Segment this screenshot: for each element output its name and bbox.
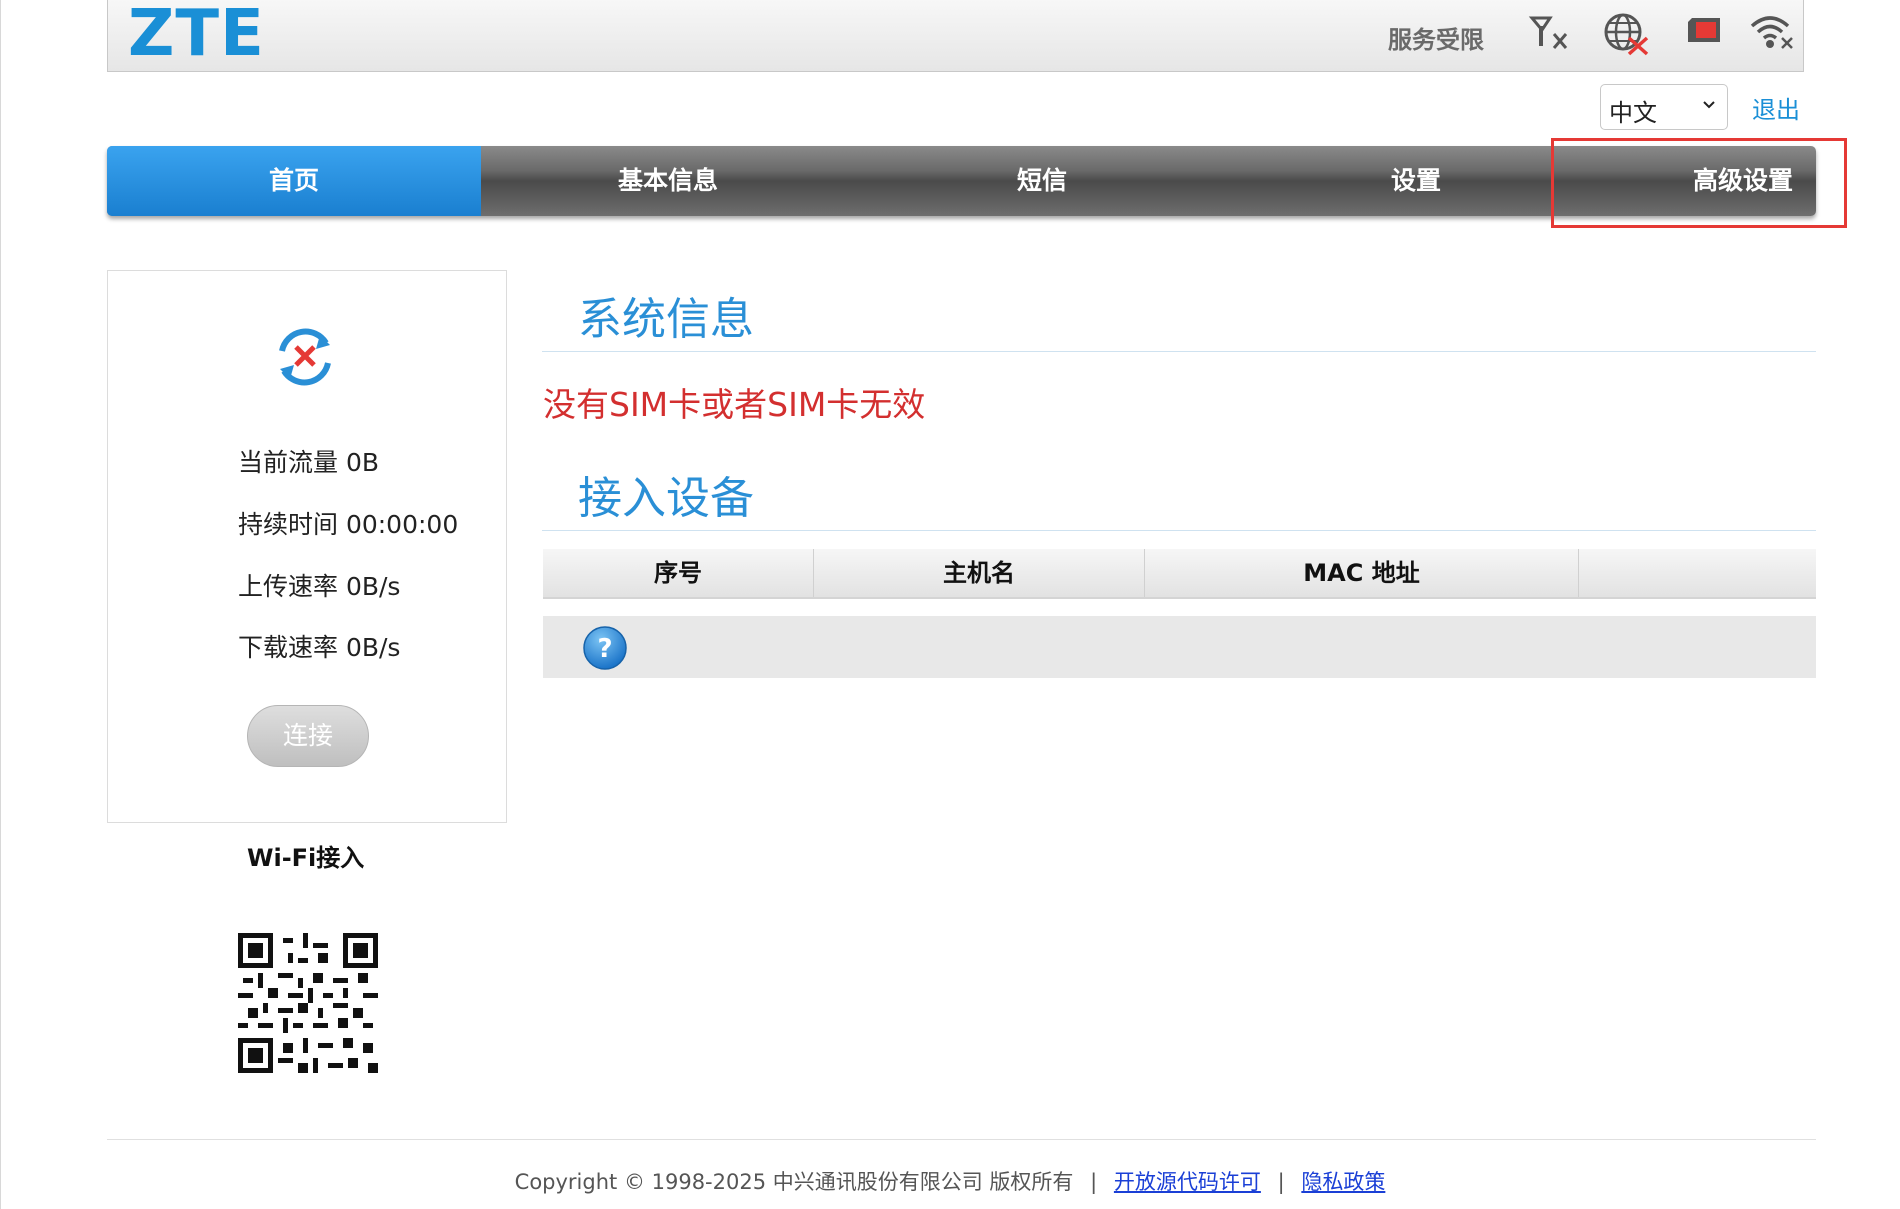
nav-item-basic-info[interactable]: 基本信息 bbox=[481, 146, 855, 216]
devices-empty-row: ? bbox=[543, 616, 1816, 678]
column-header-hostname: 主机名 bbox=[814, 549, 1145, 597]
system-info-title: 系统信息 bbox=[578, 294, 754, 345]
qr-code-icon bbox=[238, 933, 378, 1077]
footer-separator: | bbox=[1090, 1170, 1098, 1194]
highlight-box bbox=[1551, 138, 1847, 228]
divider bbox=[542, 351, 1816, 352]
service-status: 服务受限 bbox=[1388, 26, 1484, 54]
zte-logo: ZTE bbox=[128, 0, 265, 71]
footer-divider bbox=[107, 1139, 1816, 1140]
wifi-disconnected-icon bbox=[1748, 12, 1796, 56]
copyright-text: Copyright © 1998-2025 中兴通讯股份有限公司 版权所有 bbox=[514, 1170, 1074, 1194]
svg-text:?: ? bbox=[597, 634, 612, 664]
language-selected: 中文 bbox=[1609, 99, 1657, 127]
chevron-down-icon bbox=[1701, 97, 1717, 117]
logout-link[interactable]: 退出 bbox=[1752, 90, 1800, 125]
sim-card-icon bbox=[1686, 12, 1726, 52]
connect-button[interactable]: 连接 bbox=[247, 705, 369, 767]
page-edge bbox=[0, 0, 1, 1209]
open-source-license-link[interactable]: 开放源代码许可 bbox=[1114, 1170, 1261, 1194]
wifi-access-label: Wi-Fi接入 bbox=[247, 844, 365, 872]
network-disconnected-icon bbox=[1601, 12, 1655, 60]
upload-rate: 上传速率 0B/s bbox=[238, 572, 401, 601]
footer-separator: | bbox=[1277, 1170, 1285, 1194]
help-icon[interactable]: ? bbox=[581, 624, 629, 676]
connection-disconnected-icon bbox=[270, 321, 340, 397]
column-header-mac-address: MAC 地址 bbox=[1145, 549, 1579, 597]
connected-devices-title: 接入设备 bbox=[578, 473, 754, 524]
divider bbox=[542, 530, 1816, 531]
privacy-policy-link[interactable]: 隐私政策 bbox=[1301, 1170, 1385, 1194]
header-bar: ZTE 服务受限 bbox=[107, 0, 1804, 72]
devices-table-header: 序号 主机名 MAC 地址 bbox=[543, 549, 1816, 599]
nav-item-sms[interactable]: 短信 bbox=[855, 146, 1229, 216]
download-rate: 下载速率 0B/s bbox=[238, 633, 401, 662]
current-flow: 当前流量 0B bbox=[238, 448, 380, 477]
column-header-index: 序号 bbox=[543, 549, 814, 597]
signal-none-icon bbox=[1528, 12, 1574, 56]
nav-item-settings[interactable]: 设置 bbox=[1229, 146, 1603, 216]
connection-duration: 持续时间 00:00:00 bbox=[238, 510, 459, 539]
status-panel: 当前流量 0B 持续时间 00:00:00 上传速率 0B/s 下载速率 0B/… bbox=[107, 270, 507, 823]
nav-item-home[interactable]: 首页 bbox=[107, 146, 481, 216]
footer: Copyright © 1998-2025 中兴通讯股份有限公司 版权所有 | … bbox=[0, 1166, 1900, 1196]
language-select[interactable]: 中文 bbox=[1600, 84, 1728, 130]
sim-warning: 没有SIM卡或者SIM卡无效 bbox=[543, 385, 926, 424]
column-header-empty bbox=[1579, 549, 1816, 597]
